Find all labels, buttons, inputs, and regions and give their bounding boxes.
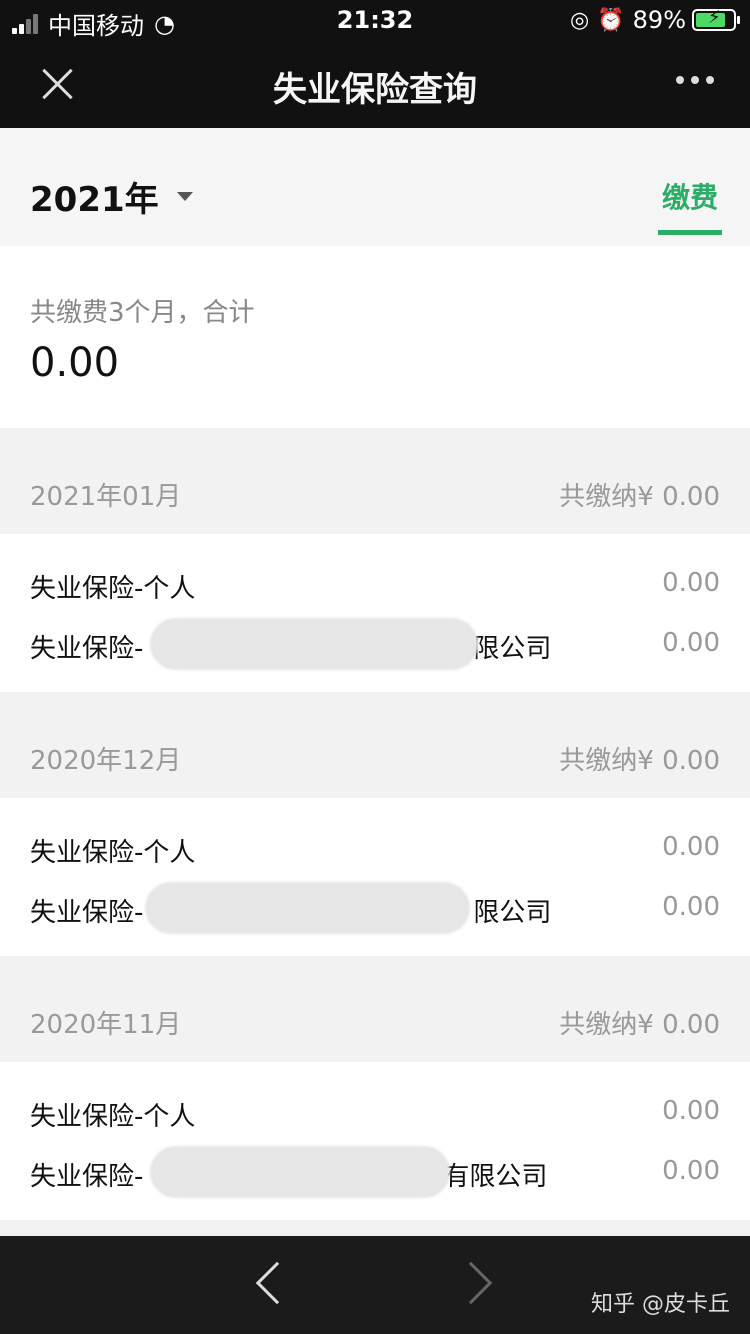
month-header: 2020年12月 共缴纳¥ 0.00 (0, 692, 750, 798)
back-chevron-icon[interactable] (255, 1261, 299, 1305)
month-label: 2020年11月 (30, 1010, 182, 1040)
status-right: ◎ ⏰ 89% ⚡ (570, 6, 740, 34)
rotation-lock-icon: ◎ (570, 7, 590, 33)
item-amount: 0.00 (662, 1156, 720, 1186)
watermark: 知乎 @皮卡丘 (591, 1292, 730, 1317)
battery-percent: 89% (632, 6, 686, 34)
item-name: 失业保险-个人 (30, 1102, 196, 1132)
item-amount: 0.00 (662, 568, 720, 598)
month-label: 2020年12月 (30, 746, 182, 776)
month-items: 失业保险-个人 0.00 失业保险- 限公司 0.00 (0, 798, 750, 956)
summary-caption: 共缴费3个月，合计 (30, 298, 255, 328)
list-item: 失业保险- 限公司 0.00 (0, 882, 750, 934)
item-name: 失业保险-个人 (30, 574, 196, 604)
redaction-blur (145, 882, 470, 934)
list-item: 失业保险- 限公司 0.00 (0, 618, 750, 670)
item-amount: 0.00 (662, 628, 720, 658)
month-items: 失业保险-个人 0.00 失业保险- 限公司 0.00 (0, 534, 750, 692)
more-icon[interactable] (669, 76, 714, 84)
month-total: 共缴纳¥ 0.00 (559, 1010, 720, 1040)
item-name: 失业保险-个人 (30, 838, 196, 868)
item-amount: 0.00 (662, 892, 720, 922)
tab-payment-label: 缴费 (661, 181, 718, 214)
year-label: 2021年 (30, 180, 159, 220)
battery-icon: ⚡ (692, 7, 740, 31)
month-total: 共缴纳¥ 0.00 (559, 482, 720, 512)
month-list: 2021年01月 共缴纳¥ 0.00 失业保险-个人 0.00 失业保险- 限公司… (0, 428, 750, 1220)
month-items: 失业保险-个人 0.00 失业保险- 有限公司 0.00 (0, 1062, 750, 1220)
summary-total: 0.00 (30, 340, 120, 386)
bottom-toolbar: 知乎 @皮卡丘 (0, 1236, 750, 1334)
item-amount: 0.00 (662, 832, 720, 862)
tab-active-indicator (658, 230, 722, 235)
redaction-blur (150, 618, 478, 670)
month-total: 共缴纳¥ 0.00 (559, 746, 720, 776)
month-header: 2021年01月 共缴纳¥ 0.00 (0, 428, 750, 534)
nav-bar: 失业保险查询 (0, 40, 750, 128)
month-header: 2020年11月 共缴纳¥ 0.00 (0, 956, 750, 1062)
year-bar: 2021年 缴费 (0, 128, 750, 246)
redaction-blur (150, 1146, 450, 1198)
list-item: 失业保险-个人 0.00 (0, 568, 750, 608)
list-item: 失业保险-个人 0.00 (0, 1096, 750, 1136)
alarm-icon: ⏰ (597, 7, 625, 33)
tab-payment[interactable]: 缴费 (658, 176, 722, 235)
month-label: 2021年01月 (30, 482, 182, 512)
year-selector[interactable]: 2021年 (30, 172, 193, 221)
summary-card: 共缴费3个月，合计 0.00 (0, 246, 750, 428)
item-amount: 0.00 (662, 1096, 720, 1126)
list-item: 失业保险-个人 0.00 (0, 832, 750, 872)
forward-chevron-icon[interactable] (449, 1261, 493, 1305)
page-title: 失业保险查询 (273, 70, 477, 110)
list-item: 失业保险- 有限公司 0.00 (0, 1146, 750, 1198)
caret-down-icon (176, 192, 193, 201)
status-bar: 中国移动 ◔ 21:32 ◎ ⏰ 89% ⚡ (0, 0, 750, 40)
